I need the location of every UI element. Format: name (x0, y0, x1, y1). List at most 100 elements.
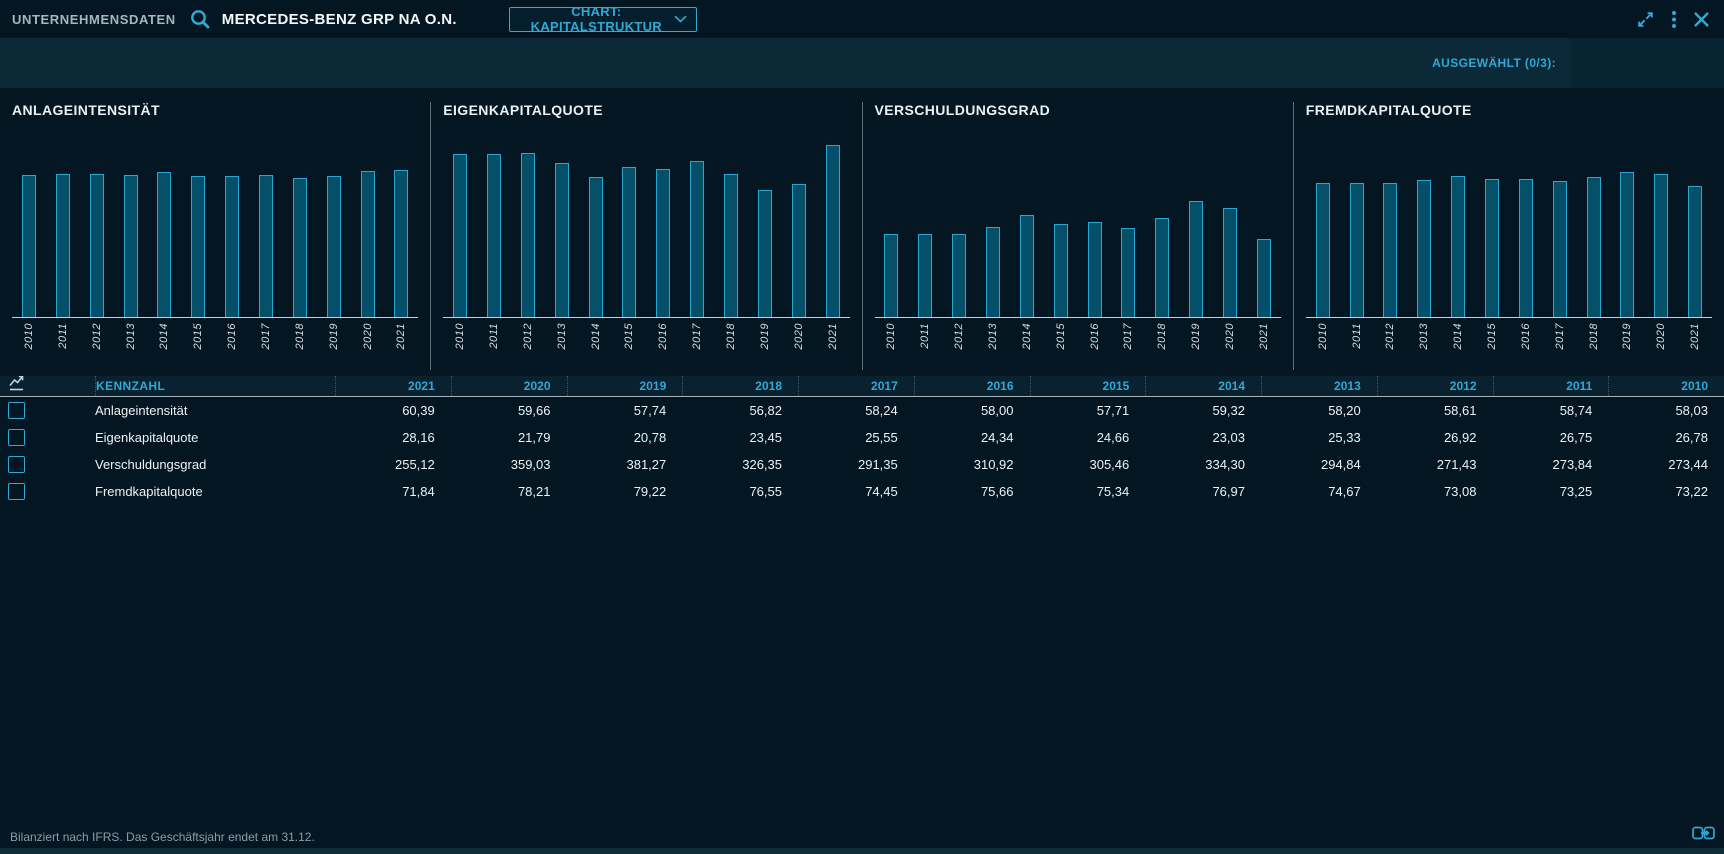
value-verschuldungsgrad-2021: 255,12 (335, 457, 451, 472)
year-column-header-2017: 2017 (798, 376, 914, 396)
year-column-header-2016: 2016 (914, 376, 1030, 396)
line-chart-icon[interactable] (8, 376, 28, 396)
value-verschuldungsgrad-2011: 273,84 (1493, 457, 1609, 472)
x-tick-label: 2014 (1452, 318, 1464, 349)
bar-slot (1078, 222, 1112, 317)
bar-eigenkapitalquote-2021 (826, 145, 840, 317)
row-label-eigenkapitalquote: Eigenkapitalquote (95, 424, 335, 451)
x-tick-label: 2013 (1418, 318, 1430, 349)
x-tick: 2017 (249, 318, 283, 370)
app-title: UNTERNEHMENSDATEN (12, 12, 176, 27)
x-tick: 2012 (80, 318, 114, 370)
bar-slot (147, 172, 181, 317)
value-fremdkapitalquote-2018: 76,55 (682, 484, 798, 499)
x-tick: 2013 (545, 318, 579, 370)
x-tick-label: 2021 (1689, 318, 1701, 349)
row-label-fremdkapitalquote: Fremdkapitalquote (95, 478, 335, 505)
bar-fremdkapitalquote-2012 (1383, 183, 1397, 317)
x-tick-label: 2010 (454, 318, 466, 349)
x-tick-label: 2017 (1554, 318, 1566, 349)
row-checkbox-verschuldungsgrad[interactable] (8, 456, 25, 473)
x-tick: 2013 (1407, 318, 1441, 370)
chart-title-verschuldungsgrad: VERSCHULDUNGSGRAD (875, 102, 1281, 120)
x-tick: 2020 (782, 318, 816, 370)
go-logo-icon[interactable] (1692, 826, 1715, 845)
x-tick-label: 2016 (1089, 318, 1101, 349)
bar-verschuldungsgrad-2014 (1020, 215, 1034, 317)
bar-verschuldungsgrad-2010 (884, 234, 898, 317)
bar-slot (181, 176, 215, 317)
value-verschuldungsgrad-2017: 291,35 (798, 457, 914, 472)
x-tick-label: 2011 (488, 318, 500, 349)
bar-slot (443, 154, 477, 317)
x-tick: 2021 (816, 318, 850, 370)
x-tick: 2016 (646, 318, 680, 370)
chart-type-dropdown[interactable]: CHART: KAPITALSTRUKTUR (509, 7, 697, 32)
row-checkbox-eigenkapitalquote[interactable] (8, 429, 25, 446)
x-tick-label: 2018 (725, 318, 737, 349)
bar-fremdkapitalquote-2011 (1350, 183, 1364, 317)
bar-eigenkapitalquote-2012 (521, 153, 535, 317)
year-column-header-2011: 2011 (1493, 376, 1609, 396)
bar-slot (1145, 218, 1179, 318)
bar-slot (1306, 183, 1340, 317)
bar-anlageintensit-t-2017 (259, 175, 273, 317)
year-column-header-2020: 2020 (451, 376, 567, 396)
value-fremdkapitalquote-2011: 73,25 (1493, 484, 1609, 499)
bar-slot (351, 171, 385, 317)
bar-slot (1509, 179, 1543, 318)
x-tick-label: 2017 (260, 318, 272, 349)
x-tick-label: 2018 (1588, 318, 1600, 349)
kebab-menu-icon[interactable] (1671, 10, 1677, 29)
bar-anlageintensit-t-2020 (361, 171, 375, 317)
value-eigenkapitalquote-2013: 25,33 (1261, 430, 1377, 445)
x-tick-label: 2011 (1351, 318, 1363, 349)
x-tick-label: 2015 (1055, 318, 1067, 349)
x-tick: 2021 (384, 318, 418, 370)
bar-slot (1044, 224, 1078, 317)
x-tick: 2010 (875, 318, 909, 370)
bar-slot (1373, 183, 1407, 317)
chart-panel-verschuldungsgrad: VERSCHULDUNGSGRAD20102011201220132014201… (862, 102, 1293, 370)
value-fremdkapitalquote-2021: 71,84 (335, 484, 451, 499)
year-column-header-2019: 2019 (567, 376, 683, 396)
metric-column-header: KENNZAHL (95, 376, 335, 396)
fullscreen-icon[interactable] (1636, 10, 1655, 29)
x-tick-label: 2010 (23, 318, 35, 349)
bar-verschuldungsgrad-2011 (918, 234, 932, 318)
bar-eigenkapitalquote-2019 (758, 190, 772, 317)
bar-slot (714, 174, 748, 317)
x-tick-label: 2019 (759, 318, 771, 349)
bottom-strip (0, 848, 1724, 854)
bar-slot (46, 174, 80, 317)
x-tick: 2012 (942, 318, 976, 370)
selection-slot (1570, 38, 1724, 88)
x-tick-label: 2017 (1122, 318, 1134, 349)
value-verschuldungsgrad-2018: 326,35 (682, 457, 798, 472)
value-fremdkapitalquote-2016: 75,66 (914, 484, 1030, 499)
close-icon[interactable] (1693, 11, 1710, 28)
value-eigenkapitalquote-2011: 26,75 (1493, 430, 1609, 445)
row-checkbox-fremdkapitalquote[interactable] (8, 483, 25, 500)
x-tick: 2010 (12, 318, 46, 370)
x-tick: 2021 (1678, 318, 1712, 370)
chart-x-axis-anlageintensit-t: 2010201120122013201420152016201720182019… (12, 317, 418, 370)
bar-eigenkapitalquote-2011 (487, 154, 501, 317)
search-icon[interactable] (188, 7, 212, 31)
value-fremdkapitalquote-2020: 78,21 (451, 484, 567, 499)
x-tick-label: 2020 (793, 318, 805, 349)
bar-verschuldungsgrad-2020 (1223, 208, 1237, 318)
row-checkbox-anlageintensit-t[interactable] (8, 402, 25, 419)
table-row-fremdkapitalquote: Fremdkapitalquote71,8478,2179,2276,5574,… (0, 478, 1724, 505)
table-row-verschuldungsgrad: Verschuldungsgrad255,12359,03381,27326,3… (0, 451, 1724, 478)
x-tick-label: 2016 (226, 318, 238, 349)
value-eigenkapitalquote-2012: 26,92 (1377, 430, 1493, 445)
bar-eigenkapitalquote-2013 (555, 163, 569, 318)
value-anlageintensit-t-2013: 58,20 (1261, 403, 1377, 418)
value-anlageintensit-t-2016: 58,00 (914, 403, 1030, 418)
bar-slot (1644, 174, 1678, 317)
bar-fremdkapitalquote-2010 (1316, 183, 1330, 317)
bar-eigenkapitalquote-2020 (792, 184, 806, 317)
topbar: UNTERNEHMENSDATEN MERCEDES-BENZ GRP NA O… (0, 0, 1724, 38)
bar-slot (1010, 215, 1044, 317)
